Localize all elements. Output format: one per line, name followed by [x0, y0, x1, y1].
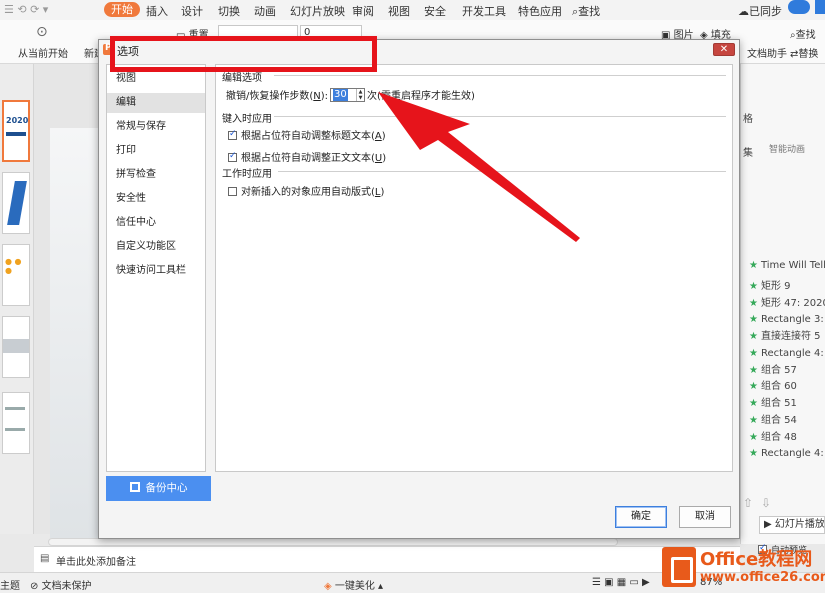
arrow-shape	[378, 92, 580, 242]
annotation-arrow-icon	[378, 92, 580, 242]
